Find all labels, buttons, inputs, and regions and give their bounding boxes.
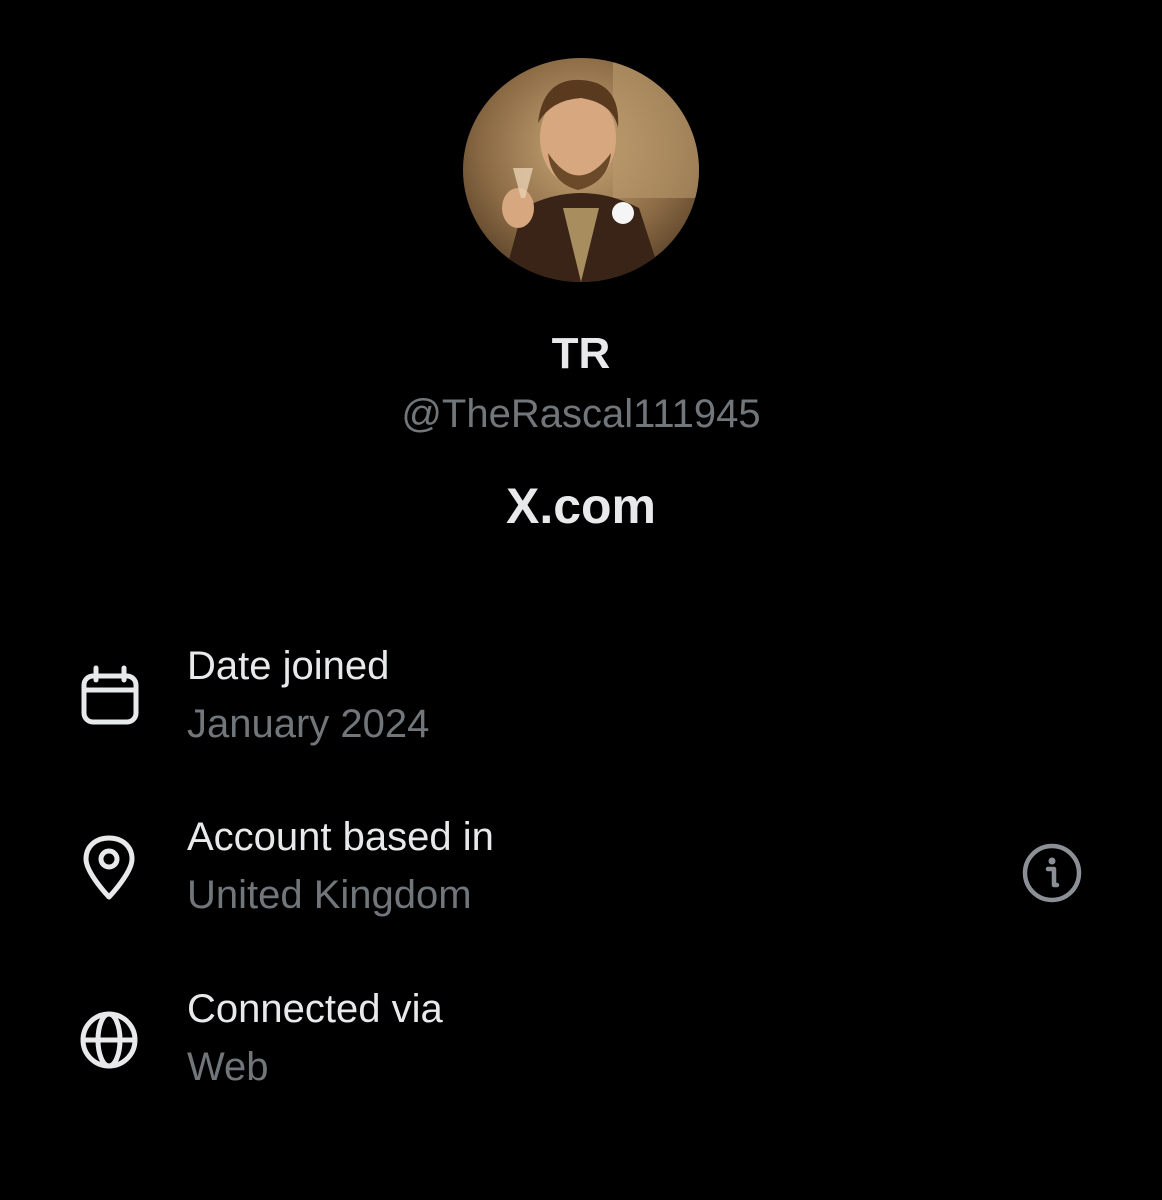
detail-value: Web (187, 1045, 269, 1089)
username-handle: @TheRascal111945 (401, 392, 761, 436)
display-name: TR (551, 329, 611, 378)
avatar[interactable] (463, 58, 699, 282)
detail-row-account-based-in: Account based in United Kingdom (0, 811, 1162, 951)
globe-icon (74, 1005, 144, 1075)
detail-label: Connected via (187, 987, 443, 1031)
detail-row-date-joined: Date joined January 2024 (0, 640, 1162, 780)
site-label: X.com (505, 478, 657, 534)
detail-label: Account based in (187, 815, 494, 859)
detail-value: January 2024 (187, 702, 430, 746)
detail-label: Date joined (187, 644, 390, 688)
detail-value: United Kingdom (187, 873, 472, 917)
detail-row-connected-via: Connected via Web (0, 983, 1162, 1123)
calendar-icon (74, 662, 144, 732)
location-pin-icon (74, 833, 144, 903)
info-icon[interactable] (1020, 841, 1084, 905)
